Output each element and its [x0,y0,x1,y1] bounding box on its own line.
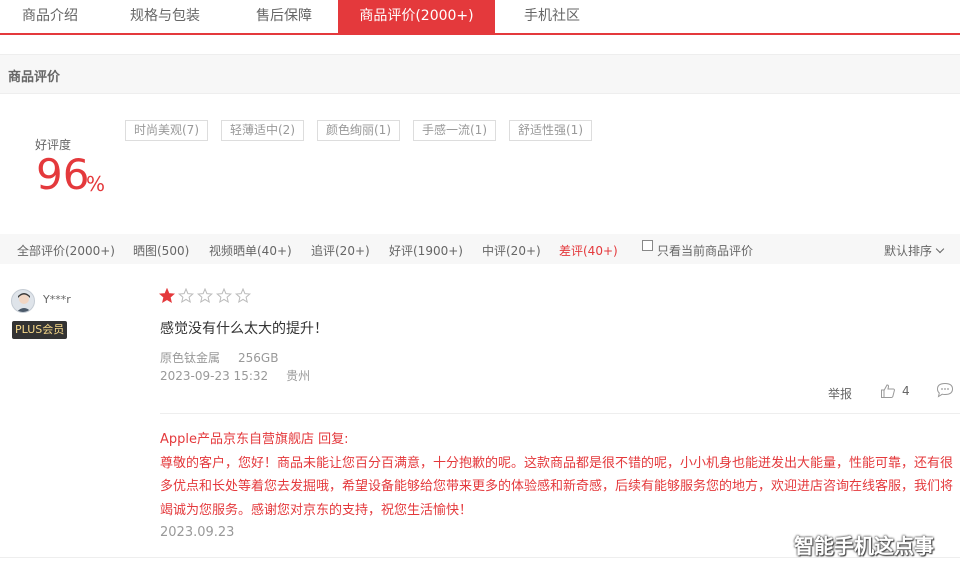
review-tag[interactable]: 舒适性强(1) [509,120,592,141]
tab-aftersale[interactable]: 售后保障 [230,0,338,33]
reply-date: 2023.09.23 [160,525,235,540]
review-location: 贵州 [286,369,311,383]
review-meta: 2023-09-23 15:32 贵州 [160,367,328,384]
review-content: 感觉没有什么太大的提升！ [160,321,328,337]
product-storage: 256GB [238,351,279,365]
tab-intro[interactable]: 商品介绍 [0,0,100,33]
filter-medium[interactable]: 中评(20+) [482,242,541,259]
current-only-checkbox[interactable] [642,240,653,251]
reviews-section-header: 商品评价 [0,54,960,94]
report-link[interactable]: 举报 [828,385,852,402]
filter-current-only-label: 只看当前商品评价 [657,244,754,258]
seller-reply: Apple产品京东自营旗舰店 回复: 尊敬的客户，您好！商品未能让您百分百满意，… [160,428,960,522]
like-button[interactable]: 4 [880,383,910,399]
chevron-down-icon [935,244,945,254]
star-empty-icon [197,288,213,304]
reply-author: Apple产品京东自营旗舰店 回复: [160,432,349,447]
star-empty-icon [178,288,194,304]
star-filled-icon [159,288,175,304]
review-tag[interactable]: 轻薄适中(2) [221,120,304,141]
divider [160,413,960,414]
watermark: 智能手机这点事 [794,534,934,558]
star-empty-icon [216,288,232,304]
review-tag[interactable]: 手感一流(1) [413,120,496,141]
username: Y***r [43,293,71,306]
product-tabs: 商品介绍 规格与包装 售后保障 商品评价(2000+) 手机社区 [0,0,960,35]
tab-community[interactable]: 手机社区 [495,0,609,33]
thumbs-up-icon [881,384,895,398]
comment-icon[interactable] [936,382,954,402]
filter-bad[interactable]: 差评(40+) [559,242,618,259]
review-tag[interactable]: 时尚美观(7) [125,120,208,141]
star-empty-icon [235,288,251,304]
filter-all[interactable]: 全部评价(2000+) [17,242,115,259]
tab-specs[interactable]: 规格与包装 [100,0,230,33]
rating-value: 96 [36,150,90,199]
avatar [11,289,35,313]
filter-append[interactable]: 追评(20+) [311,242,370,259]
plus-member-badge: PLUS会员 [12,321,68,339]
review-tag[interactable]: 颜色绚丽(1) [317,120,400,141]
product-page: 商品介绍 规格与包装 售后保障 商品评价(2000+) 手机社区 商品评价 好评… [0,0,960,568]
section-title: 商品评价 [8,70,61,85]
sort-dropdown[interactable]: 默认排序 [884,242,945,259]
review-filter-bar: 全部评价(2000+) 晒图(500) 视频晒单(40+) 追评(20+) 好评… [0,234,960,264]
reply-text: 尊敬的客户，您好！商品未能让您百分百满意，十分抱歉的呢。这款商品都是很不错的呢，… [160,455,954,518]
star-rating [159,288,254,304]
product-color: 原色钛金属 [160,351,221,365]
sort-label: 默认排序 [884,244,933,258]
filter-video[interactable]: 视频晒单(40+) [209,242,292,259]
review-product-info: 原色钛金属 256GB [160,349,296,366]
filter-good[interactable]: 好评(1900+) [389,242,463,259]
like-count: 4 [902,384,910,398]
filter-photo[interactable]: 晒图(500) [133,242,189,259]
tab-reviews[interactable]: 商品评价(2000+) [338,0,495,33]
rating-unit: % [86,172,106,196]
review-datetime: 2023-09-23 15:32 [160,369,269,383]
review-tags: 时尚美观(7) 轻薄适中(2) 颜色绚丽(1) 手感一流(1) 舒适性强(1) [125,120,605,141]
